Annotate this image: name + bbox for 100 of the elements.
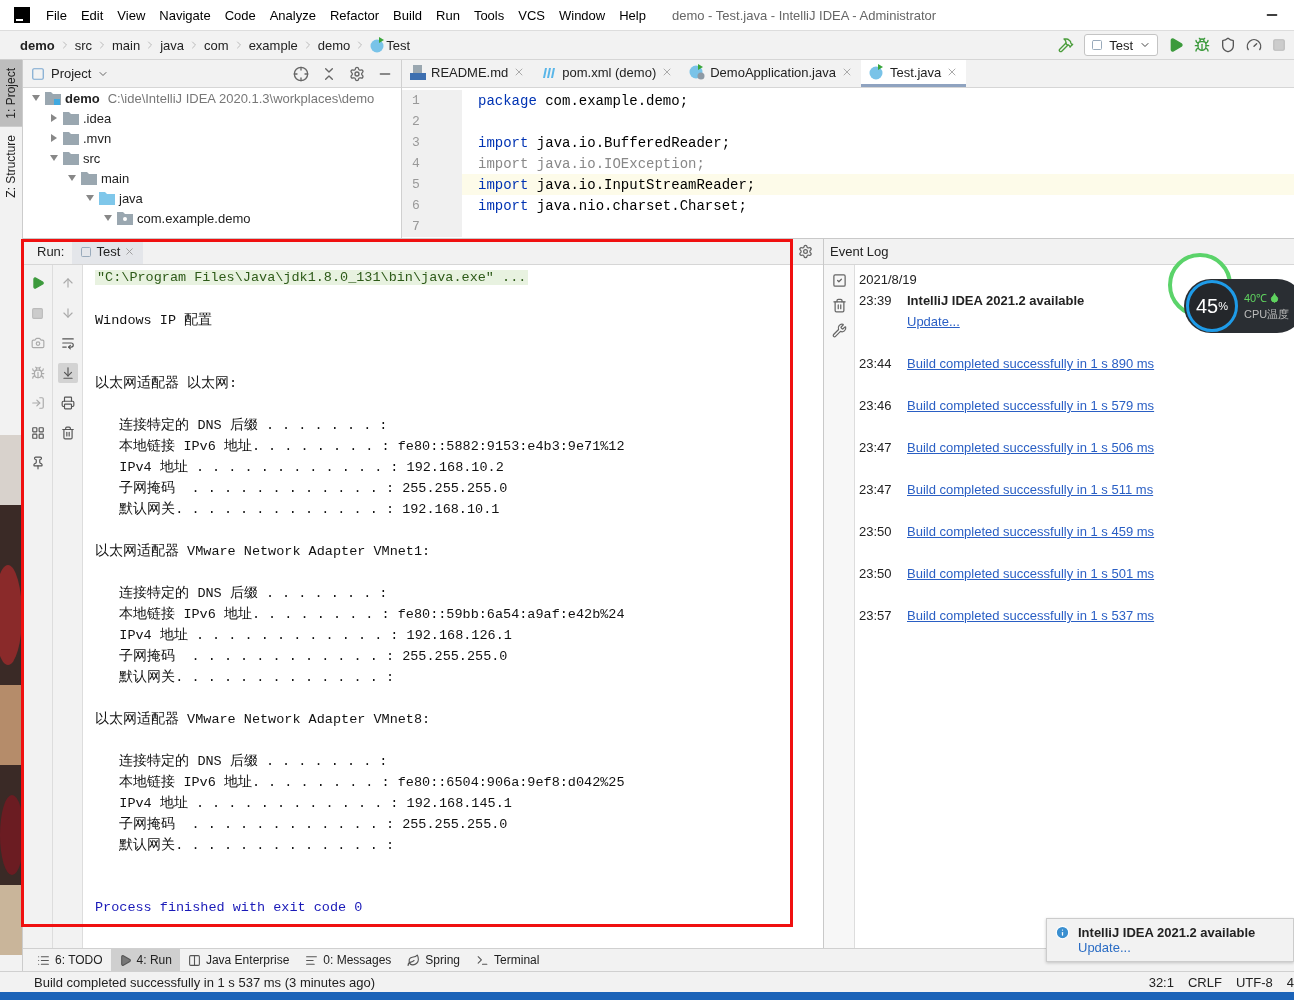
run-icon[interactable] (1168, 37, 1184, 53)
menu-item[interactable]: Analyze (263, 7, 322, 23)
menu-item[interactable]: Edit (74, 7, 110, 23)
breadcrumb[interactable]: java (160, 37, 185, 53)
breadcrumb[interactable]: com (204, 37, 229, 53)
menu-item[interactable]: Navigate (153, 7, 217, 23)
status-item[interactable]: 32:1 (1148, 974, 1174, 990)
breadcrumb[interactable]: src (74, 37, 92, 53)
menu-item[interactable]: View (111, 7, 152, 23)
tree-item[interactable]: .idea (83, 110, 112, 126)
info-icon (1055, 925, 1070, 940)
crosshair-icon[interactable] (293, 65, 309, 82)
tool-tab[interactable]: Spring (399, 949, 469, 971)
app-logo-icon (14, 7, 30, 23)
editor-tab[interactable]: DemoApplication.java (681, 60, 861, 87)
menu-item[interactable]: VCS (512, 7, 551, 23)
tool-tab[interactable]: Java Enterprise (179, 949, 298, 971)
breadcrumb[interactable]: Test (386, 37, 411, 53)
play-icon (118, 953, 132, 967)
log-link[interactable]: Build completed successfully in 1 s 506 ms (907, 437, 1155, 458)
tool-tab[interactable]: Terminal (468, 949, 548, 971)
update-link[interactable]: Update... (907, 314, 960, 329)
menu-item[interactable]: File (40, 7, 73, 23)
log-date: 2021/8/19 (859, 271, 918, 289)
breadcrumb[interactable]: example (248, 37, 298, 53)
bug-icon[interactable] (30, 366, 45, 380)
package-icon (117, 211, 133, 225)
camera-icon[interactable] (30, 336, 45, 350)
log-link[interactable]: Build completed successfully in 1 s 511 ms (907, 479, 1154, 500)
code-line: import java.nio.charset.Charset; (478, 197, 747, 214)
tree-item[interactable]: src (83, 150, 101, 166)
menu-item[interactable]: Code (218, 7, 262, 23)
menu-item[interactable]: Help (613, 7, 652, 23)
panel-title: Event Log (830, 244, 889, 259)
tree-item[interactable]: demo (65, 90, 100, 106)
update-link[interactable]: Update... (1078, 940, 1131, 955)
maven-icon (541, 65, 558, 79)
print-icon[interactable] (60, 396, 75, 410)
console-line: 默认网关. . . . . . . . . . . . . : (118, 836, 395, 854)
hammer-icon[interactable] (1058, 37, 1075, 53)
console-line: IPv4 地址 . . . . . . . . . . . . : 192.168.10.2 (118, 458, 504, 476)
delete-icon[interactable] (60, 426, 75, 440)
line-number: 1 (402, 90, 462, 111)
panel-title[interactable]: Project (51, 66, 92, 81)
debug-icon[interactable] (1194, 37, 1210, 53)
tree-item[interactable]: com.example.demo (137, 210, 251, 226)
scroll-end-button[interactable] (57, 363, 78, 383)
code-line: package com.example.demo; (478, 92, 689, 109)
settings-icon[interactable] (798, 244, 813, 259)
run-icon[interactable] (30, 276, 45, 290)
folder-icon (63, 131, 79, 145)
status-item[interactable]: CRLF (1187, 974, 1222, 990)
menu-item[interactable]: Window (552, 7, 612, 23)
log-link[interactable]: Build completed successfully in 1 s 459 ms (907, 521, 1155, 542)
breadcrumb[interactable]: demo (317, 37, 351, 53)
console-line: IPv4 地址 . . . . . . . . . . . . : 192.168.145.1 (118, 794, 512, 812)
line-number: 2 (402, 111, 462, 132)
menu-item[interactable]: Tools (467, 7, 511, 23)
layout-icon[interactable] (30, 426, 45, 440)
menu-item[interactable]: Run (430, 7, 466, 23)
editor-tab[interactable]: pom.xml (demo) (533, 60, 682, 87)
tool-tab[interactable]: 6: TODO (29, 949, 111, 971)
checkbox-icon[interactable] (831, 273, 847, 288)
wrap-icon[interactable] (60, 336, 75, 350)
project-path: C:\ide\IntelliJ IDEA 2020.1.3\workplaces\demo (107, 90, 375, 106)
side-tab[interactable]: 1: Project (0, 60, 22, 127)
tree-item[interactable]: java (119, 190, 143, 206)
status-item[interactable]: UTF-8 (1235, 974, 1273, 990)
tree-item[interactable]: .mvn (83, 130, 112, 146)
tree-item[interactable]: main (101, 170, 130, 186)
editor-tab[interactable]: Test.java (860, 60, 967, 87)
log-link[interactable]: Build completed successfully in 1 s 537 ms (907, 605, 1155, 626)
log-link[interactable]: Build completed successfully in 1 s 579 ms (907, 395, 1155, 416)
log-title: IntelliJ IDEA 2021.2 available (907, 292, 1085, 310)
close-icon[interactable] (124, 246, 136, 257)
notification-title: IntelliJ IDEA 2021.2 available (1078, 925, 1256, 940)
exit-icon[interactable] (30, 396, 45, 410)
settings-icon[interactable] (349, 65, 365, 82)
exit-message: Process finished with exit code 0 (95, 900, 363, 915)
tool-tab[interactable]: 4: Run (110, 949, 180, 971)
log-link[interactable]: Build completed successfully in 1 s 501 ms (907, 563, 1155, 584)
pin-icon[interactable] (30, 456, 45, 470)
log-link[interactable]: Build completed successfully in 1 s 890 ms (907, 353, 1155, 374)
line-number: 5 (402, 174, 462, 195)
run-config-dropdown[interactable]: Test (1084, 34, 1158, 56)
menu-item[interactable]: Refactor (323, 7, 386, 23)
shield-icon[interactable] (1220, 37, 1236, 53)
status-item[interactable]: 4 (1286, 974, 1294, 990)
breadcrumb[interactable]: demo (20, 37, 55, 53)
console-line: 以太网适配器 VMware Network Adapter VMnet8: (95, 710, 431, 728)
side-tab[interactable]: Z: Structure (0, 126, 22, 206)
stop-icon[interactable] (31, 306, 44, 320)
editor-tab[interactable]: README.md (402, 60, 534, 87)
delete-icon[interactable] (831, 298, 847, 313)
wrench-icon[interactable] (831, 323, 847, 338)
markdown-file-icon (410, 64, 426, 80)
tool-tab[interactable]: 0: Messages (297, 949, 400, 971)
gauge-icon[interactable] (1246, 37, 1262, 53)
menu-item[interactable]: Build (387, 7, 428, 23)
breadcrumb[interactable]: main (112, 37, 141, 53)
